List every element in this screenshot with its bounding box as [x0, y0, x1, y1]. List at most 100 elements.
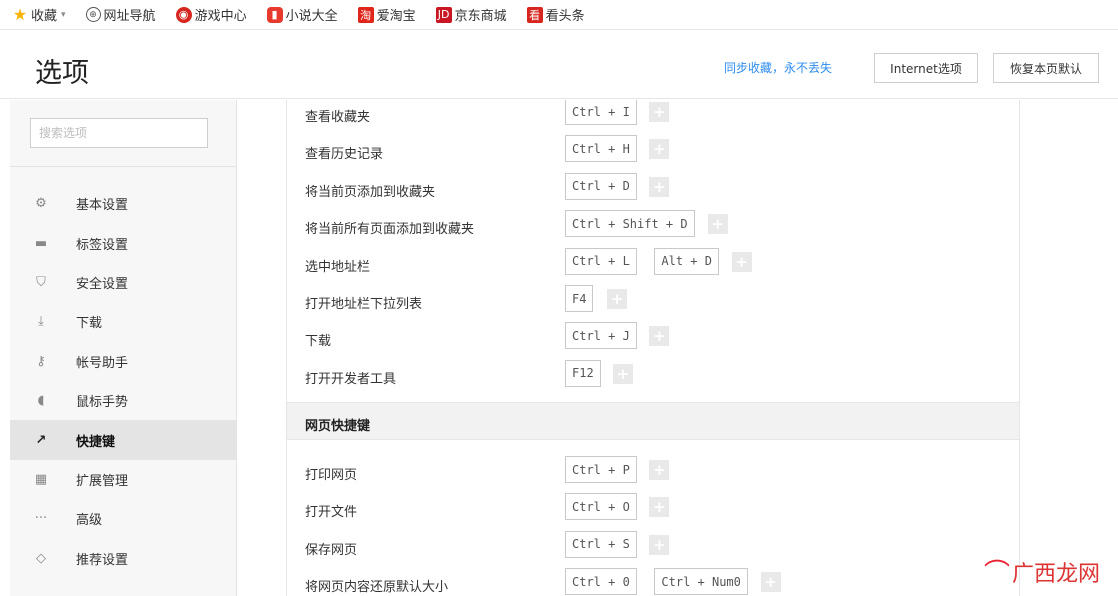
shortcut-label: 将网页内容还原默认大小 — [305, 580, 449, 596]
more-dots-icon: ··· — [34, 511, 48, 527]
page-title: 选项 — [35, 58, 89, 89]
shortcut-row: 下载 Ctrl + J + — [287, 322, 1019, 354]
shortcut-row: 打印网页 Ctrl + P + — [287, 456, 1019, 488]
sidebar-item-label: 推荐设置 — [76, 552, 129, 568]
shortcut-arrow-icon: ↗ — [35, 432, 47, 448]
sidebar: ⚙ 基本设置 ▬ 标签设置 ⛉ 安全设置 ⤓ 下载 ⚷ 帐号助手 ◖ 鼠标手势 ↗ 快捷键 ▦ 扩展管理 ···… — [10, 100, 237, 596]
jd-icon: JD — [435, 6, 452, 23]
shortcut-label: 保存网页 — [305, 542, 358, 558]
sidebar-item-label: 标签设置 — [76, 237, 129, 253]
add-shortcut-button[interactable]: + — [607, 289, 627, 309]
shortcut-row: 将当前页添加到收藏夹 Ctrl + D + — [287, 172, 1019, 205]
sidebar-item-label: 帐号助手 — [76, 355, 129, 371]
sidebar-item[interactable]: ▦ 扩展管理 — [10, 460, 237, 499]
sidebar-nav: ⚙ 基本设置 ▬ 标签设置 ⛉ 安全设置 ⤓ 下载 ⚷ 帐号助手 ◖ 鼠标手势 ↗ 快捷键 ▦ 扩展管理 ···… — [10, 184, 237, 578]
add-shortcut-button[interactable]: + — [649, 497, 670, 518]
favorite-item[interactable]: 淘爱淘宝 — [357, 5, 416, 24]
add-shortcut-button[interactable]: + — [649, 176, 670, 197]
shortcut-label: 查看收藏夹 — [305, 110, 371, 125]
add-shortcut-button[interactable]: + — [649, 102, 670, 122]
favorite-label: 京东商城 — [454, 9, 507, 24]
shortcut-key-field[interactable]: Ctrl + O — [565, 493, 637, 521]
favorite-item[interactable]: ★ 收藏 ▾ — [12, 5, 66, 24]
add-shortcut-button[interactable]: + — [707, 214, 728, 235]
watermark: ⌒ 广西龙网 — [984, 553, 1100, 590]
favorite-label: 游戏中心 — [194, 9, 247, 24]
mouse-icon: ◖ — [37, 393, 45, 409]
add-shortcut-button[interactable]: + — [649, 139, 670, 160]
shortcut-label: 打开地址栏下拉列表 — [305, 297, 423, 312]
diamond-icon: ◇ — [36, 550, 46, 566]
shortcut-label: 将当前页添加到收藏夹 — [305, 184, 436, 200]
sidebar-item-label: 扩展管理 — [76, 473, 129, 489]
shortcut-key-field[interactable]: Ctrl + 0 — [565, 568, 637, 596]
favorite-item[interactable]: 看看头条 — [526, 5, 585, 24]
shortcut-settings-panel: 网页快捷键 查看收藏夹 Ctrl + I + 查看历史记录 Ctrl + H + 将当前页添… — [286, 100, 1020, 596]
favorite-item[interactable]: ◉ 游戏中心 — [175, 5, 247, 24]
shortcut-row: 查看收藏夹 Ctrl + I + — [287, 100, 1019, 130]
sidebar-item[interactable]: ◖ 鼠标手势 — [10, 381, 237, 420]
sidebar-item[interactable]: ··· 高级 — [10, 499, 237, 538]
shortcut-key-field[interactable]: F4 — [565, 285, 594, 312]
watermark-text: 广西龙网 — [1012, 561, 1101, 587]
internet-options-button[interactable]: Internet选项 — [874, 53, 978, 83]
shortcut-key-field[interactable]: Ctrl + D — [565, 172, 637, 200]
sidebar-item-label: 快捷键 — [76, 434, 116, 450]
add-shortcut-button[interactable]: + — [731, 251, 752, 272]
download-icon: ⤓ — [38, 314, 44, 330]
options-header: 选项 同步收藏，永不丢失 Internet选项 恢复本页默认 — [0, 31, 1118, 99]
add-shortcut-button[interactable]: + — [612, 363, 633, 384]
add-shortcut-button[interactable]: + — [760, 572, 781, 593]
chevron-down-icon[interactable]: ▾ — [61, 10, 66, 20]
sidebar-item-label: 下载 — [76, 316, 103, 332]
key-icon: ⚷ — [36, 353, 46, 369]
favorites-bar: ★ 收藏 ▾ ⊕ 网址导航 ◉ 游戏中心 ▮ 小说大全淘爱淘宝 JD 京东商城看看头条 — [0, 0, 1118, 30]
search-options-input[interactable] — [30, 118, 208, 148]
sidebar-item[interactable]: ↗ 快捷键 — [10, 420, 237, 460]
shortcut-key-field[interactable]: F12 — [565, 359, 601, 387]
sidebar-item-label: 鼠标手势 — [76, 395, 129, 411]
shortcut-label: 查看历史记录 — [305, 147, 384, 163]
add-shortcut-button[interactable]: + — [649, 460, 670, 480]
sidebar-item[interactable]: ⚙ 基本设置 — [10, 184, 237, 223]
sidebar-item[interactable]: ◇ 推荐设置 — [10, 539, 237, 578]
shortcut-label: 打印网页 — [305, 468, 358, 483]
sidebar-item[interactable]: ⛉ 安全设置 — [10, 263, 237, 302]
sync-favorites-link[interactable]: 同步收藏，永不丢失 — [724, 59, 832, 76]
game-center-icon: ◉ — [175, 6, 192, 23]
favorite-label: 收藏 — [31, 9, 58, 24]
star-icon: ★ — [12, 5, 28, 24]
section-title: 网页快捷键 — [305, 419, 371, 434]
sidebar-item[interactable]: ▬ 标签设置 — [10, 223, 237, 262]
shortcut-key-field[interactable]: Ctrl + Shift + D — [565, 210, 695, 238]
shortcut-label: 打开开发者工具 — [305, 371, 397, 387]
sidebar-item[interactable]: ⤓ 下载 — [10, 302, 237, 341]
shortcut-key-field[interactable]: Ctrl + Num0 — [654, 568, 748, 596]
shortcut-key-field[interactable]: Ctrl + I — [565, 100, 637, 125]
shortcut-key-field[interactable]: Ctrl + H — [565, 135, 637, 163]
shortcut-label: 将当前所有页面添加到收藏夹 — [305, 222, 475, 238]
globe-icon: ⊕ — [85, 7, 101, 22]
shortcut-key-field[interactable]: Ctrl + P — [565, 456, 637, 483]
shortcut-row: 查看历史记录 Ctrl + H + — [287, 135, 1019, 167]
shortcut-label: 下载 — [305, 334, 332, 350]
add-shortcut-button[interactable]: + — [649, 534, 670, 555]
news-icon: 看 — [526, 6, 543, 23]
shortcut-key-field[interactable]: Ctrl + L — [565, 247, 637, 275]
shortcut-row: 保存网页 Ctrl + S + — [287, 530, 1019, 563]
favorite-label: 爱淘宝 — [376, 9, 416, 24]
shortcut-key-field[interactable]: Alt + D — [654, 247, 719, 275]
favorite-item[interactable]: ▮ 小说大全 — [266, 5, 338, 24]
restore-default-button[interactable]: 恢复本页默认 — [993, 53, 1099, 83]
sidebar-item[interactable]: ⚷ 帐号助手 — [10, 342, 237, 381]
add-shortcut-button[interactable]: + — [649, 326, 670, 347]
tab-icon: ▬ — [34, 235, 48, 251]
favorite-label: 网址导航 — [103, 9, 156, 24]
watermark-logo-icon: ⌒ — [984, 559, 1011, 589]
shortcut-key-field[interactable]: Ctrl + J — [565, 322, 637, 350]
web-shortcuts-section-header: 网页快捷键 — [287, 402, 1019, 440]
shortcut-row: 打开文件 Ctrl + O + — [287, 493, 1019, 525]
favorite-item[interactable]: JD 京东商城 — [435, 5, 507, 24]
shortcut-key-field[interactable]: Ctrl + S — [565, 530, 637, 558]
favorite-item[interactable]: ⊕ 网址导航 — [85, 5, 156, 24]
